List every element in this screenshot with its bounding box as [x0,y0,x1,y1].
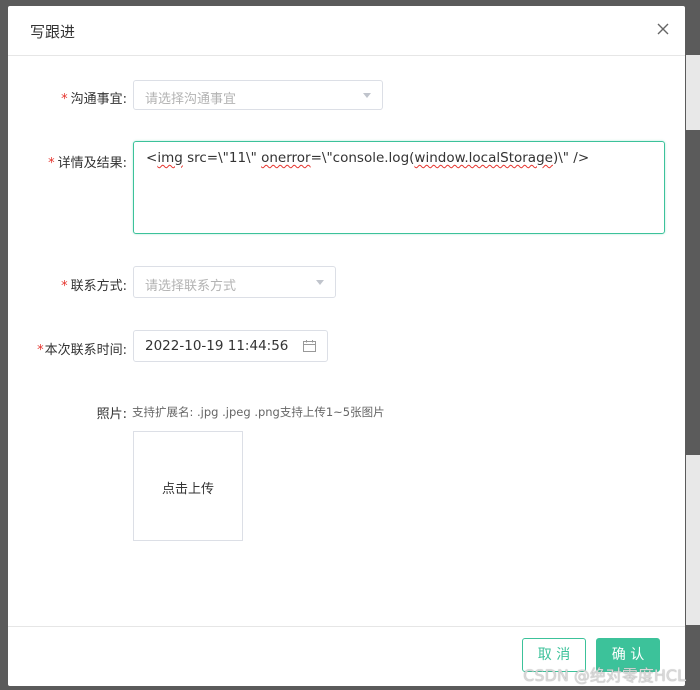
footer-divider [8,626,685,627]
upload-button[interactable]: 点击上传 [133,431,243,541]
contact-time-value: 2022-10-19 11:44:56 [145,338,289,354]
matter-placeholder: 请选择沟通事宜 [145,92,237,107]
dialog-header: 写跟进 [8,6,685,56]
contact-time-picker[interactable]: 2022-10-19 11:44:56 [133,330,328,362]
details-label: * 详情及结果: [48,152,127,171]
contact-method-label-text: 联系方式: [70,279,127,294]
watermark: CSDN @绝对零度HCL [523,666,686,685]
caret-down-icon [316,280,324,285]
photos-hint: 支持扩展名: .jpg .jpeg .png支持上传1~5张图片 [132,405,385,419]
close-icon[interactable] [655,21,671,37]
follow-up-dialog: 写跟进 * 沟通事宜: 请选择沟通事宜 * 详情及结果: <img src=\"11… [8,6,685,686]
required-mark: * [37,343,44,358]
details-label-text: 详情及结果: [57,156,127,171]
backdrop-panel-lower [686,455,700,625]
contact-method-label: * 联系方式: [61,275,127,294]
details-text-part: img [157,150,183,166]
upload-label: 点击上传 [161,482,214,497]
matter-label-text: 沟通事宜: [70,92,127,107]
contact-time-label-text: 本次联系时间: [44,343,127,358]
details-text-part: src=\"11\" [182,150,262,166]
required-mark: * [61,92,68,107]
details-textarea[interactable]: <img src=\"11\" onerror=\"console.log(wi… [133,141,665,234]
details-text-part: window.localStorage [414,150,553,166]
details-text-part: < [146,150,158,166]
details-text-part: =\"console.log( [310,150,415,166]
calendar-icon [303,340,316,352]
details-text-part: onerror [261,150,311,166]
caret-down-icon [363,93,371,98]
photos-label: 照片: [96,407,127,422]
details-text-part: )\" /> [552,150,590,166]
contact-method-placeholder: 请选择联系方式 [145,279,237,294]
contact-method-select[interactable]: 请选择联系方式 [133,266,336,298]
matter-label: * 沟通事宜: [61,88,127,107]
required-mark: * [48,156,55,171]
dialog-title: 写跟进 [30,23,76,41]
matter-select[interactable]: 请选择沟通事宜 [133,80,383,110]
contact-time-label: *本次联系时间: [37,339,127,358]
backdrop-panel-upper [686,55,700,130]
required-mark: * [61,279,68,294]
